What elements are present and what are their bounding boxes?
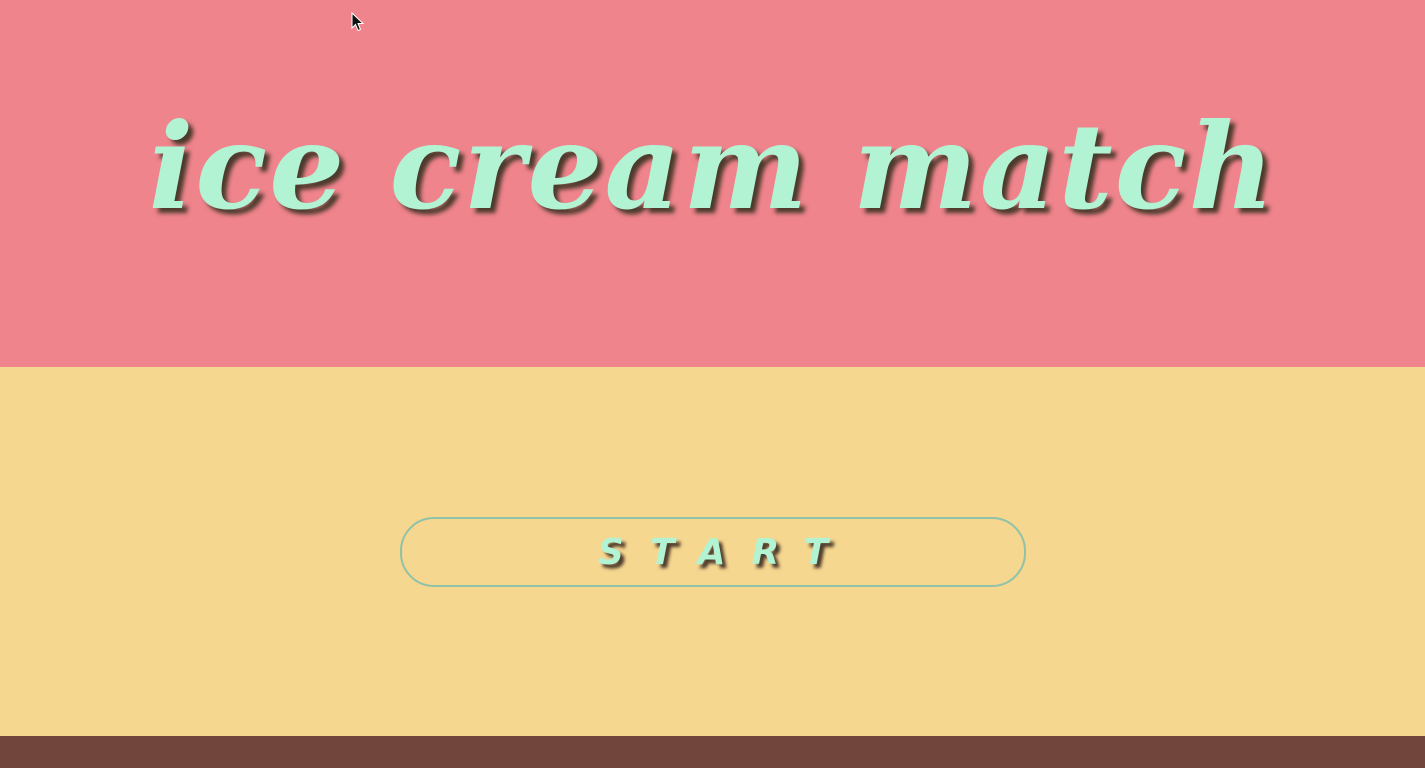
mouse-pointer-icon xyxy=(351,12,365,32)
game-title: ice cream match xyxy=(148,97,1277,236)
footer-band xyxy=(0,736,1425,768)
game-screen: ice cream match START xyxy=(0,0,1425,768)
start-button-label: START xyxy=(597,531,855,573)
start-button[interactable]: START xyxy=(400,517,1026,587)
title-band: ice cream match xyxy=(0,0,1425,367)
